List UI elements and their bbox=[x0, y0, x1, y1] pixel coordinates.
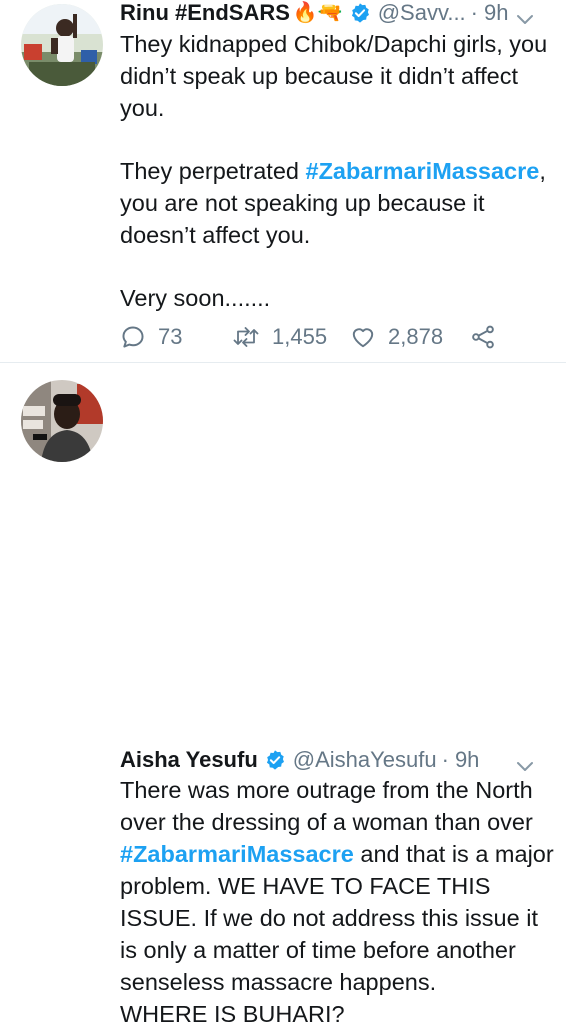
like-button[interactable]: 2,878 bbox=[350, 324, 470, 350]
hashtag-link[interactable]: #ZabarmariMassacre bbox=[120, 841, 354, 867]
author-emoji: 🔥🔫 bbox=[292, 2, 343, 24]
separator: · bbox=[470, 0, 478, 25]
verified-badge-icon bbox=[349, 2, 371, 24]
author-handle[interactable]: @AishaYesufu bbox=[293, 747, 437, 773]
reply-icon bbox=[122, 326, 144, 348]
separator: · bbox=[441, 747, 449, 772]
tweet-text: They kidnapped Chibok/Dapchi girls, you … bbox=[120, 28, 554, 314]
text-fragment: There was more outrage from the North ov… bbox=[120, 777, 533, 835]
tweet-paragraph: They perpetrated #ZabarmariMassacre, you… bbox=[120, 155, 554, 251]
like-count: 2,878 bbox=[388, 324, 444, 349]
retweet-count: 1,455 bbox=[272, 324, 328, 349]
reply-count: 73 bbox=[158, 324, 183, 349]
share-button[interactable] bbox=[470, 324, 508, 350]
share-icon bbox=[472, 325, 494, 349]
tweet-time[interactable]: 9h bbox=[484, 0, 508, 26]
avatar[interactable] bbox=[21, 4, 103, 86]
text-fragment: They perpetrated bbox=[120, 158, 306, 184]
author-name[interactable]: Aisha Yesufu bbox=[120, 747, 258, 773]
author-name[interactable]: Rinu #EndSARS bbox=[120, 0, 290, 26]
tweet-header: Rinu #EndSARS 🔥🔫 @Savv... · 9h bbox=[120, 0, 552, 26]
tweet-paragraph: They kidnapped Chibok/Dapchi girls, you … bbox=[120, 31, 548, 121]
tweet-divider bbox=[0, 362, 566, 363]
reply-button[interactable]: 73 bbox=[120, 324, 232, 350]
tweet-paragraph: There was more outrage from the North ov… bbox=[120, 774, 554, 998]
hashtag-link[interactable]: #ZabarmariMassacre bbox=[306, 158, 540, 184]
verified-badge-icon bbox=[264, 749, 286, 771]
tweet-text: There was more outrage from the North ov… bbox=[120, 774, 554, 1030]
tweet-paragraph: WHERE IS BUHARI? bbox=[120, 1001, 345, 1027]
heart-icon bbox=[352, 328, 374, 348]
tweet-paragraph: Very soon....... bbox=[120, 285, 271, 311]
tweet[interactable]: Rinu #EndSARS 🔥🔫 @Savv... · 9h They kidn… bbox=[0, 0, 566, 362]
author-handle[interactable]: @Savv... bbox=[378, 0, 466, 26]
retweet-button[interactable]: 1,455 bbox=[232, 324, 350, 350]
tweet-actions: 73 1,455 2,878 bbox=[120, 322, 508, 352]
tweet-header: Aisha Yesufu @AishaYesufu · 9h bbox=[120, 747, 552, 773]
avatar[interactable] bbox=[21, 380, 103, 462]
retweet-icon bbox=[233, 327, 259, 347]
tweet-time[interactable]: 9h bbox=[455, 747, 479, 773]
